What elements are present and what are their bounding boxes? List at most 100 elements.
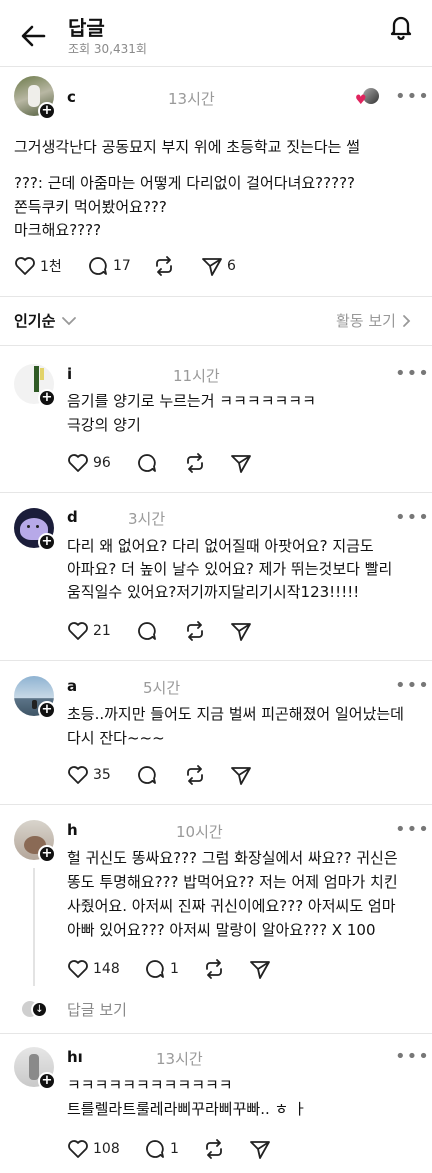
header-divider <box>0 66 432 67</box>
post-divider <box>0 296 432 297</box>
post-username[interactable]: c <box>67 88 76 106</box>
reply-divider <box>0 1033 432 1034</box>
view-activity-label: 활동 보기 <box>336 312 396 330</box>
reply-username[interactable]: a <box>67 677 77 695</box>
repost-icon <box>187 621 203 641</box>
heart-icon <box>68 766 88 784</box>
reply-username[interactable]: hı <box>67 1048 83 1066</box>
like-count: 148 <box>93 961 120 977</box>
comment-icon <box>138 622 156 640</box>
follow-plus-icon[interactable]: + <box>38 701 56 719</box>
comment-button[interactable]: 1 <box>144 1139 179 1159</box>
send-icon <box>250 961 270 979</box>
more-options-button[interactable]: ••• <box>395 86 430 107</box>
like-button[interactable]: 108 <box>67 1139 120 1159</box>
heart-icon <box>15 257 35 275</box>
like-button[interactable]: 21 <box>67 621 111 641</box>
view-activity-link[interactable]: 활동 보기 <box>336 310 412 331</box>
comment-button[interactable]: 1 <box>144 959 179 979</box>
share-button[interactable] <box>230 621 252 641</box>
like-button[interactable]: 1천 <box>14 256 62 276</box>
heart-icon <box>68 1140 88 1158</box>
share-button[interactable] <box>230 765 252 785</box>
send-icon <box>202 258 222 276</box>
notifications-button[interactable] <box>386 12 416 42</box>
reply-text-line: 초등..까지만 들어도 지금 벌써 피곤해졌어 일어났는데 <box>67 705 404 723</box>
comment-icon <box>146 1140 164 1158</box>
post-text-line: 쫀득쿠키 먹어봤어요??? <box>14 198 167 216</box>
comment-icon <box>89 257 107 275</box>
view-replies-button[interactable]: ↓ 답글 보기 <box>22 998 127 1020</box>
share-button[interactable] <box>249 959 271 979</box>
repost-button[interactable] <box>184 621 206 641</box>
reply-username[interactable]: i <box>67 365 72 383</box>
reply-avatars: ↓ <box>22 998 50 1020</box>
sort-dropdown[interactable]: 인기순 <box>14 310 77 331</box>
like-count: 1천 <box>40 259 62 275</box>
view-replies-label: 답글 보기 <box>67 1000 127 1019</box>
comment-button[interactable]: 17 <box>87 256 131 276</box>
reply-text-line: 사줬어요. 아저씨 진짜 귀신이에요??? 아저씨도 엄마 <box>67 897 396 915</box>
reply-divider <box>0 660 432 661</box>
repost-button[interactable] <box>184 453 206 473</box>
chevron-down-icon <box>62 316 77 325</box>
repost-icon <box>206 1139 222 1159</box>
repost-button[interactable] <box>203 1139 225 1159</box>
comment-icon <box>138 766 156 784</box>
sort-label: 인기순 <box>14 312 56 330</box>
chevron-right-icon <box>403 314 411 327</box>
reply-username[interactable]: d <box>67 508 78 526</box>
reply-time: 10시간 <box>176 823 223 841</box>
more-options-button[interactable]: ••• <box>395 507 430 528</box>
share-button[interactable]: 6 <box>201 256 236 276</box>
more-options-button[interactable]: ••• <box>395 1046 430 1067</box>
reply-username[interactable]: h <box>67 821 78 839</box>
comment-count: 1 <box>170 961 179 977</box>
like-button[interactable]: 35 <box>67 765 111 785</box>
share-button[interactable] <box>249 1139 271 1159</box>
reply-text-line: 다시 잔다~~~ <box>67 729 165 747</box>
comment-icon <box>146 960 164 978</box>
view-count: 조회 30,431회 <box>68 42 147 56</box>
reply-divider <box>0 804 432 805</box>
back-button[interactable] <box>18 22 48 50</box>
follow-plus-icon[interactable]: + <box>38 389 56 407</box>
reply-text-line: ㅋㅋㅋㅋㅋㅋㅋㅋㅋㅋㅋㅋ <box>67 1076 233 1094</box>
heart-icon <box>68 622 88 640</box>
comment-button[interactable] <box>136 765 158 785</box>
repost-button[interactable] <box>203 959 225 979</box>
more-options-button[interactable]: ••• <box>395 363 430 384</box>
follow-plus-icon[interactable]: + <box>38 845 56 863</box>
heart-icon <box>68 960 88 978</box>
repost-button[interactable] <box>153 256 175 276</box>
comment-count: 17 <box>113 258 131 274</box>
like-button[interactable]: 148 <box>67 959 120 979</box>
follow-plus-icon[interactable]: + <box>38 1072 56 1090</box>
more-options-button[interactable]: ••• <box>395 675 430 696</box>
heart-icon: ♥ <box>355 93 367 108</box>
reply-time: 3시간 <box>128 510 166 528</box>
heart-icon <box>68 454 88 472</box>
follow-plus-icon[interactable]: + <box>38 533 56 551</box>
repost-icon <box>187 453 203 473</box>
like-count: 108 <box>93 1141 120 1157</box>
reply-text-line: 아파요? 더 높이 날수 있어요? 제가 뛰는것보다 빨리 <box>67 560 393 578</box>
follow-plus-icon[interactable]: + <box>38 102 56 120</box>
reply-text-line: 헐 귀신도 똥싸요??? 그럼 화장실에서 싸요?? 귀신은 <box>67 849 398 867</box>
share-button[interactable] <box>230 453 252 473</box>
reply-time: 13시간 <box>156 1050 203 1068</box>
repost-icon <box>187 765 203 785</box>
like-button[interactable]: 96 <box>67 453 111 473</box>
repost-button[interactable] <box>184 765 206 785</box>
repost-icon <box>156 256 172 276</box>
comment-button[interactable] <box>136 453 158 473</box>
comment-count: 1 <box>170 1141 179 1157</box>
post-text-line: 그거생각난다 공동묘지 부지 위에 초등학교 짓는다는 썰 <box>14 138 361 156</box>
like-count: 96 <box>93 455 111 471</box>
send-icon <box>250 1141 270 1159</box>
more-options-button[interactable]: ••• <box>395 819 430 840</box>
share-count: 6 <box>227 258 236 274</box>
comment-button[interactable] <box>136 621 158 641</box>
sort-divider <box>0 345 432 346</box>
send-icon <box>231 455 251 473</box>
